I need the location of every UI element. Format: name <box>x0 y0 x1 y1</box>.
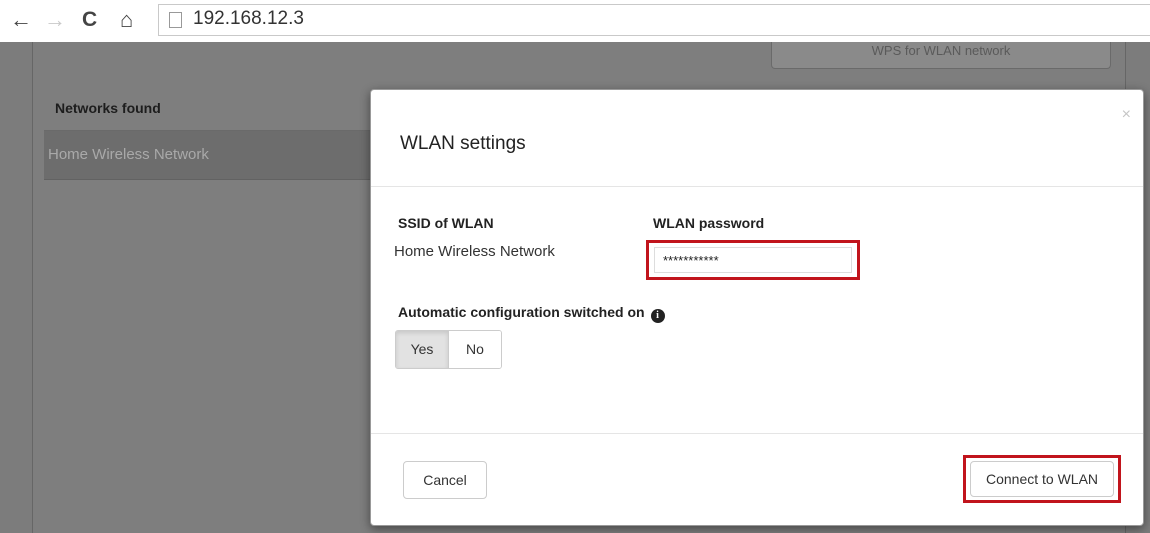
forward-arrow-icon[interactable]: → <box>44 7 66 33</box>
wlan-settings-dialog: WLAN settings × SSID of WLAN Home Wirele… <box>370 89 1144 526</box>
network-name: Home Wireless Network <box>48 146 209 163</box>
ssid-label: SSID of WLAN <box>398 215 494 231</box>
connect-to-wlan-button[interactable]: Connect to WLAN <box>970 461 1114 497</box>
toggle-no-button[interactable]: No <box>449 331 501 368</box>
ssid-value: Home Wireless Network <box>394 243 555 260</box>
close-icon[interactable]: × <box>1122 106 1131 124</box>
home-icon[interactable]: ⌂ <box>120 7 133 33</box>
auto-config-toggle: Yes No <box>395 330 502 369</box>
wps-button[interactable]: WPS for WLAN network <box>771 42 1111 69</box>
password-field[interactable] <box>654 247 852 273</box>
page-icon <box>169 12 182 28</box>
password-label: WLAN password <box>653 215 765 231</box>
info-icon[interactable]: i <box>650 309 665 323</box>
networks-found-title: Networks found <box>55 100 161 116</box>
auto-config-text: Automatic configuration switched on <box>398 304 645 320</box>
cancel-button[interactable]: Cancel <box>403 461 487 499</box>
back-arrow-icon[interactable]: ← <box>10 7 32 33</box>
reload-icon[interactable]: C <box>82 7 97 33</box>
browser-toolbar: ← → C ⌂ 192.168.12.3 <box>0 0 1150 42</box>
dialog-header: WLAN settings <box>371 90 1143 187</box>
toggle-yes-button[interactable]: Yes <box>396 331 449 368</box>
address-url: 192.168.12.3 <box>193 8 304 29</box>
dialog-footer: Cancel Connect to WLAN <box>371 433 1143 526</box>
network-list-item[interactable]: Home Wireless Network <box>44 131 374 180</box>
auto-config-label: Automatic configuration switched on i <box>398 304 665 323</box>
dialog-title: WLAN settings <box>400 133 526 154</box>
address-bar[interactable]: 192.168.12.3 <box>158 4 1150 36</box>
